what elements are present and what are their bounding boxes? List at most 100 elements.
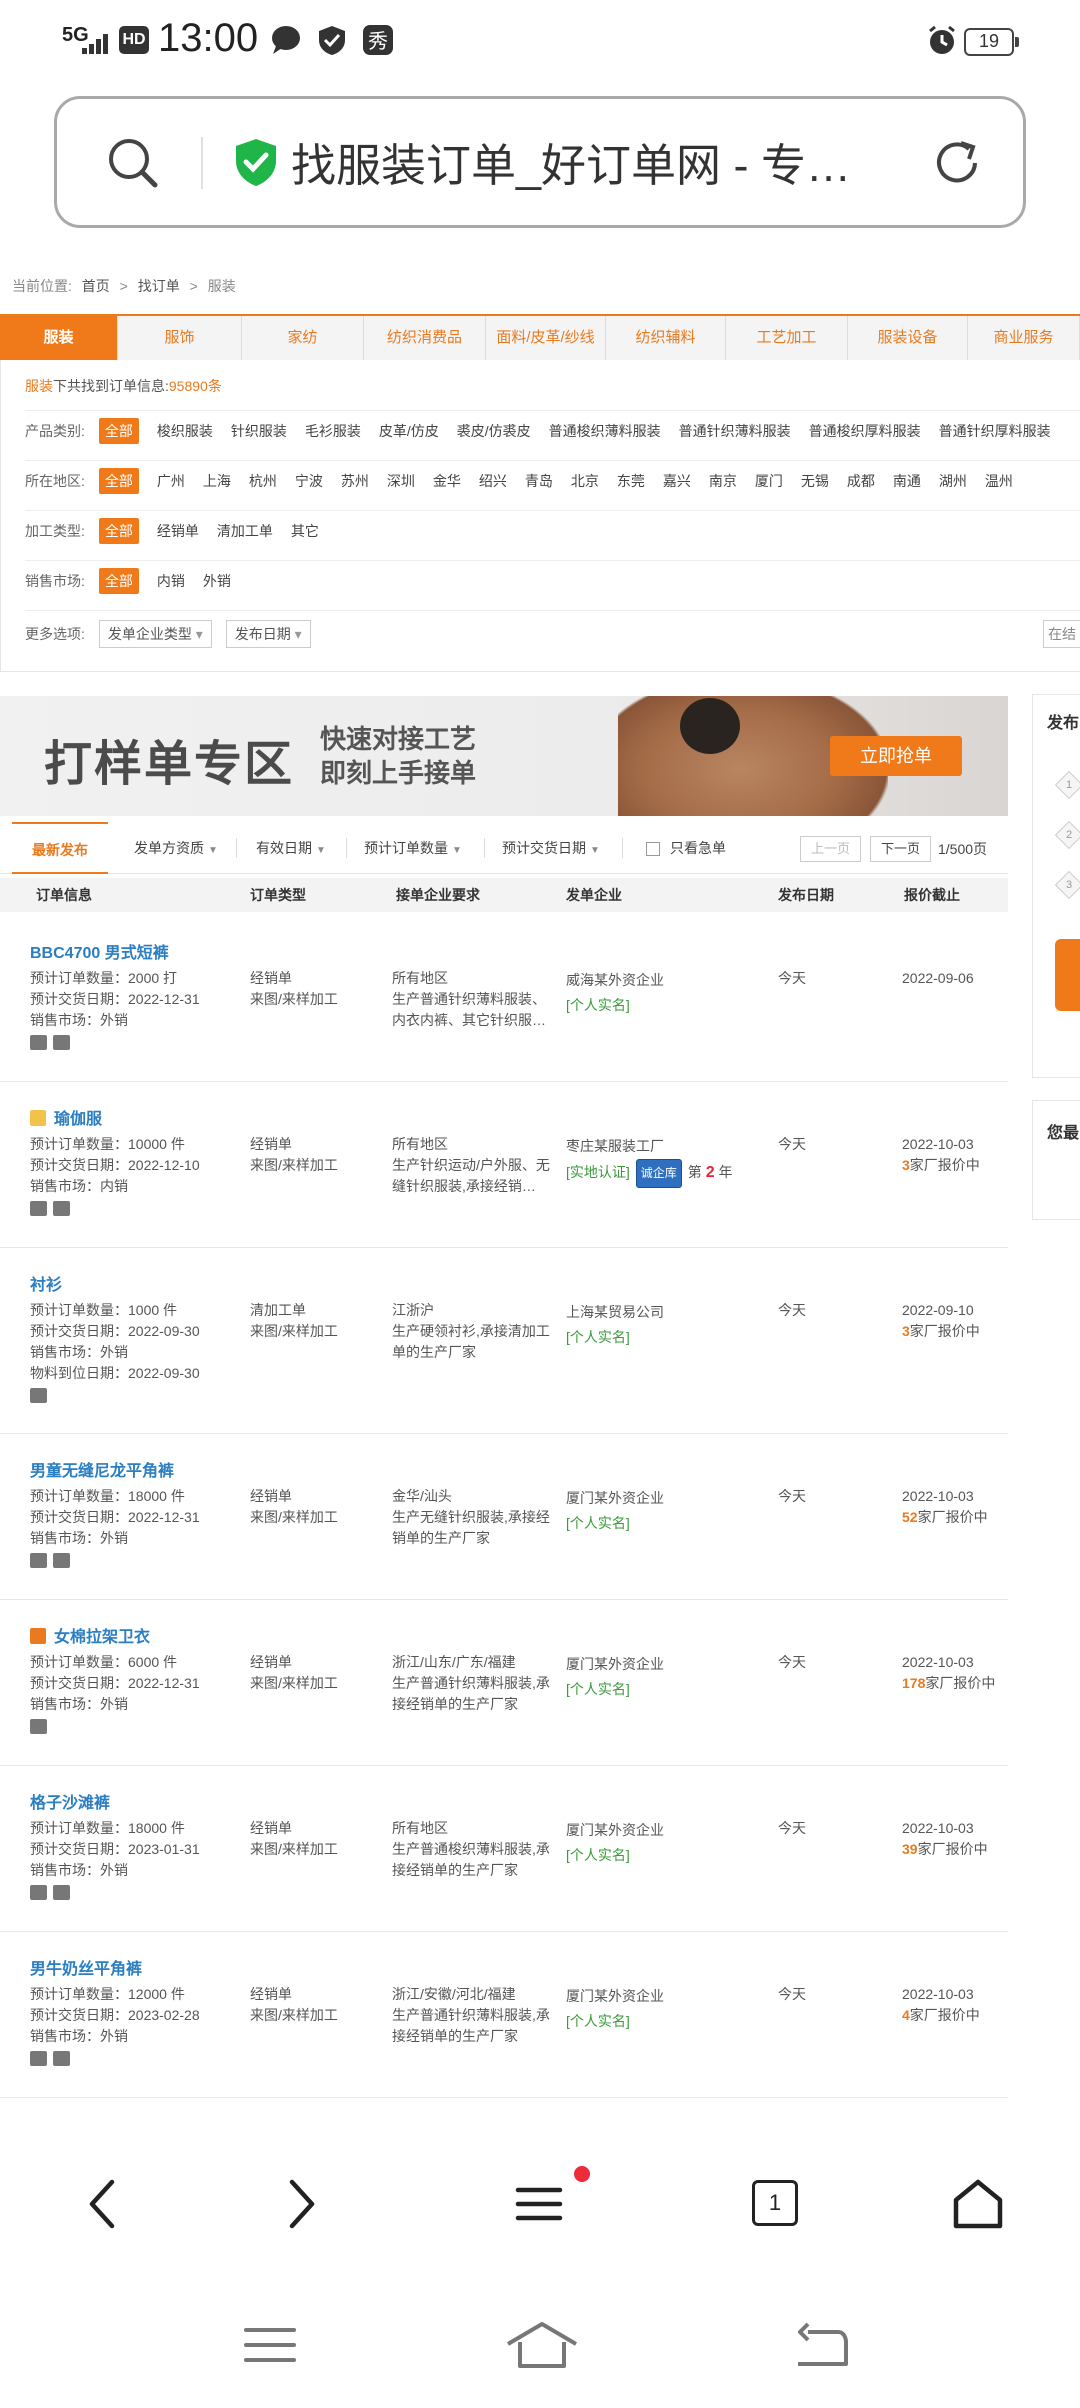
filter-option[interactable]: 上海 xyxy=(203,471,231,491)
filter-option[interactable]: 北京 xyxy=(571,471,599,491)
filter-option[interactable]: 成都 xyxy=(847,471,875,491)
filter-option[interactable]: 全部 xyxy=(98,468,139,494)
address-bar[interactable]: 找服装订单_好订单网 - 专… xyxy=(54,96,1026,228)
tab-craft[interactable]: 工艺加工 xyxy=(726,316,848,360)
recent-apps-icon[interactable] xyxy=(242,2320,298,2375)
urgent-only-filter[interactable]: 只看急单 xyxy=(646,822,726,874)
prev-page-button[interactable]: 上一页 xyxy=(800,836,862,862)
tab-clothing[interactable]: 服装 xyxy=(0,316,118,360)
filter-option[interactable]: 普通针织厚料服装 xyxy=(939,421,1051,441)
filter-option[interactable]: 温州 xyxy=(985,471,1013,491)
filter-option[interactable]: 普通梭织薄料服装 xyxy=(549,421,661,441)
more-right-select[interactable]: 在结 xyxy=(1043,620,1080,648)
back-icon[interactable] xyxy=(80,2176,124,2237)
filter-option[interactable]: 金华 xyxy=(433,471,461,491)
image-icon[interactable] xyxy=(30,1035,47,1050)
tab-valid-date[interactable]: 有效日期 ▼ xyxy=(256,822,326,874)
publish-date-select[interactable]: 发布日期 xyxy=(225,620,311,648)
order-title-link[interactable]: 男牛奶丝平角裤 xyxy=(30,1956,240,1984)
home-icon[interactable] xyxy=(950,2176,1006,2237)
system-back-icon[interactable] xyxy=(794,2320,850,2375)
table-row[interactable]: 瑜伽服 预计订单数量：10000 件 预计交货日期：2022-12-10 销售市… xyxy=(0,1082,1008,1248)
image-icon[interactable] xyxy=(53,2051,70,2066)
image-icon[interactable] xyxy=(30,1201,47,1216)
order-title-link[interactable]: 男童无缝尼龙平角裤 xyxy=(30,1458,240,1486)
filter-option[interactable]: 全部 xyxy=(98,418,139,444)
filter-option[interactable]: 东莞 xyxy=(617,471,645,491)
filter-option[interactable]: 无锡 xyxy=(801,471,829,491)
filter-option[interactable]: 杭州 xyxy=(249,471,277,491)
filter-option[interactable]: 绍兴 xyxy=(479,471,507,491)
image-icon[interactable] xyxy=(30,1553,47,1568)
image-icon[interactable] xyxy=(30,1719,47,1734)
image-icon[interactable] xyxy=(53,1885,70,1900)
filter-option[interactable]: 湖州 xyxy=(939,471,967,491)
order-title-link[interactable]: 格子沙滩裤 xyxy=(30,1790,240,1818)
publish-button[interactable] xyxy=(1055,939,1080,1011)
filter-option[interactable]: 厦门 xyxy=(755,471,783,491)
tab-textile-goods[interactable]: 纺织消费品 xyxy=(364,316,486,360)
file-icon[interactable] xyxy=(53,1035,70,1050)
filter-option[interactable]: 针织服装 xyxy=(231,421,287,441)
filter-option[interactable]: 皮革/仿皮 xyxy=(379,421,439,441)
tab-fabric[interactable]: 面料/皮革/纱线 xyxy=(486,316,606,360)
filter-option[interactable]: 苏州 xyxy=(341,471,369,491)
table-row[interactable]: 格子沙滩裤 预计订单数量：18000 件 预计交货日期：2023-01-31 销… xyxy=(0,1766,1008,1932)
tabs-count-button[interactable]: 1 xyxy=(752,2180,798,2226)
image-icon[interactable] xyxy=(30,1388,47,1403)
tab-order-qty[interactable]: 预计订单数量 ▼ xyxy=(364,822,462,874)
forward-icon[interactable] xyxy=(280,2176,324,2237)
filter-option[interactable]: 嘉兴 xyxy=(663,471,691,491)
tab-latest[interactable]: 最新发布 xyxy=(12,822,108,874)
image-icon[interactable] xyxy=(30,1885,47,1900)
table-row[interactable]: BBC4700 男式短裤 预计订单数量：2000 打 预计交货日期：2022-1… xyxy=(0,916,1008,1082)
order-title-link[interactable]: 瑜伽服 xyxy=(54,1111,102,1128)
company-type-select[interactable]: 发单企业类型 xyxy=(98,620,212,648)
filter-option[interactable]: 经销单 xyxy=(157,521,199,541)
filter-option[interactable]: 裘皮/仿裘皮 xyxy=(457,421,531,441)
filter-option[interactable]: 广州 xyxy=(157,471,185,491)
filter-option[interactable]: 深圳 xyxy=(387,471,415,491)
tab-equipment[interactable]: 服装设备 xyxy=(848,316,968,360)
order-title-link[interactable]: 女棉拉架卫衣 xyxy=(54,1629,150,1646)
tab-textile-aux[interactable]: 纺织辅料 xyxy=(606,316,726,360)
image-icon[interactable] xyxy=(53,1553,70,1568)
table-row[interactable]: 女棉拉架卫衣 预计订单数量：6000 件 预计交货日期：2022-12-31 销… xyxy=(0,1600,1008,1766)
breadcrumb-home-link[interactable]: 首页 xyxy=(82,278,110,294)
image-icon[interactable] xyxy=(30,2051,47,2066)
filter-option[interactable]: 梭织服装 xyxy=(157,421,213,441)
table-row[interactable]: 男童无缝尼龙平角裤 预计订单数量：18000 件 预计交货日期：2022-12-… xyxy=(0,1434,1008,1600)
tab-home-textile[interactable]: 家纺 xyxy=(242,316,364,360)
page-title[interactable]: 找服装订单_好订单网 - 专… xyxy=(291,129,931,194)
image-icon[interactable] xyxy=(53,1201,70,1216)
filter-option[interactable]: 内销 xyxy=(157,571,185,591)
filter-option[interactable]: 普通梭织厚料服装 xyxy=(809,421,921,441)
filter-option[interactable]: 清加工单 xyxy=(217,521,273,541)
grab-order-button[interactable]: 立即抢单 xyxy=(830,736,962,776)
tab-services[interactable]: 商业服务 xyxy=(968,316,1080,360)
filter-option[interactable]: 外销 xyxy=(203,571,231,591)
filter-option[interactable]: 宁波 xyxy=(295,471,323,491)
breadcrumb-orders-link[interactable]: 找订单 xyxy=(138,278,180,294)
menu-icon[interactable] xyxy=(514,2176,564,2237)
table-row[interactable]: 衬衫 预计订单数量：1000 件 预计交货日期：2022-09-30 销售市场：… xyxy=(0,1248,1008,1434)
search-icon[interactable] xyxy=(105,135,161,196)
filter-option[interactable]: 青岛 xyxy=(525,471,553,491)
filter-option[interactable]: 南京 xyxy=(709,471,737,491)
filter-option[interactable]: 南通 xyxy=(893,471,921,491)
next-page-button[interactable]: 下一页 xyxy=(870,836,932,862)
refresh-icon[interactable] xyxy=(929,135,985,196)
urgent-checkbox[interactable] xyxy=(646,842,660,857)
order-title-link[interactable]: 衬衫 xyxy=(30,1272,240,1300)
filter-option[interactable]: 普通针织薄料服装 xyxy=(679,421,791,441)
filter-option[interactable]: 其它 xyxy=(291,521,319,541)
tab-qualification[interactable]: 发单方资质 ▼ xyxy=(134,822,218,874)
filter-option[interactable]: 全部 xyxy=(98,518,139,544)
system-home-icon[interactable] xyxy=(504,2320,580,2375)
filter-option[interactable]: 全部 xyxy=(98,568,139,594)
promo-banner[interactable]: 打样单专区 快速对接工艺 即刻上手接单 立即抢单 xyxy=(0,696,1008,816)
tab-delivery-date[interactable]: 预计交货日期 ▼ xyxy=(502,822,600,874)
order-title-link[interactable]: BBC4700 男式短裤 xyxy=(30,940,240,968)
filter-option[interactable]: 毛衫服装 xyxy=(305,421,361,441)
tab-accessories[interactable]: 服饰 xyxy=(118,316,242,360)
